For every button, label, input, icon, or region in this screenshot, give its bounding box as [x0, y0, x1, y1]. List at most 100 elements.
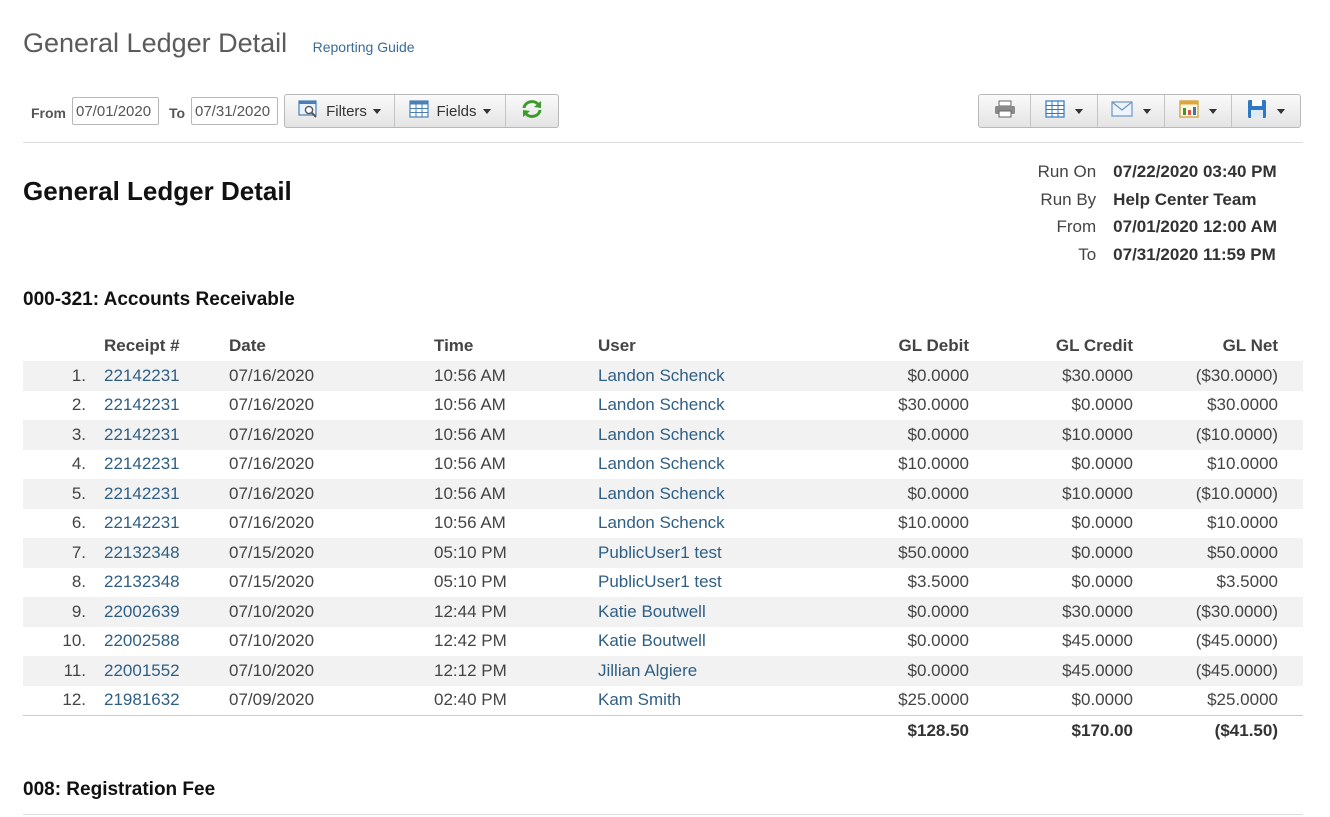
table-row: 2. 22142231 07/16/2020 10:56 AM Landon Schen…: [23, 391, 1303, 421]
title-row: General Ledger Detail Reporting Guide: [23, 28, 415, 59]
table-row: 1. 22142231 07/16/2020 10:56 AM Landon Schen…: [23, 361, 1303, 391]
row-date: 07/10/2020: [229, 597, 434, 627]
receipt-link[interactable]: 22002639: [104, 597, 229, 627]
row-gl-credit: $30.0000: [969, 597, 1133, 627]
table-icon: [1045, 100, 1065, 122]
totals-spacer: [104, 715, 229, 745]
row-gl-debit: $0.0000: [808, 656, 969, 686]
filters-label: Filters: [326, 102, 367, 120]
header-gl-credit: GL Credit: [1055, 335, 1133, 355]
row-time: 10:56 AM: [434, 395, 506, 415]
filter-icon: [298, 100, 320, 122]
totals-spacer: [23, 715, 104, 745]
chart-button[interactable]: [1165, 95, 1232, 127]
total-credit: $170.00: [969, 715, 1133, 745]
receipt-link[interactable]: 22132348: [104, 568, 229, 598]
row-gl-credit: $0.0000: [1071, 513, 1133, 533]
receipt-link[interactable]: 22002588: [104, 627, 229, 657]
user-link[interactable]: Jillian Algiere: [598, 656, 808, 686]
totals-spacer: [598, 715, 808, 745]
receipt-link[interactable]: 22132348: [104, 538, 229, 568]
row-gl-net: $3.5000: [1216, 572, 1278, 592]
meta-key: To: [1078, 244, 1097, 264]
row-time: 10:56 AM: [434, 420, 598, 450]
row-gl-debit: $0.0000: [808, 597, 969, 627]
row-gl-net: $10.0000: [1207, 513, 1278, 533]
to-date-input[interactable]: [191, 97, 278, 125]
row-gl-debit: $30.0000: [898, 395, 969, 415]
totals-spacer: [434, 715, 598, 745]
totals-row: $128.50 $170.00 ($41.50): [23, 715, 1303, 745]
row-index: 11.: [23, 656, 104, 686]
fields-button[interactable]: Fields: [395, 95, 506, 127]
save-icon: [1247, 99, 1267, 123]
chevron-down-icon: [1143, 108, 1151, 114]
filters-button[interactable]: Filters: [285, 95, 395, 127]
refresh-button[interactable]: [506, 95, 558, 127]
user-link[interactable]: Landon Schenck: [598, 450, 808, 480]
to-label: To: [169, 105, 186, 121]
row-gl-credit: $45.0000: [969, 656, 1133, 686]
row-gl-credit: $45.0000: [1062, 631, 1133, 651]
user-link[interactable]: Kam Smith: [598, 686, 808, 716]
row-time: 10:56 AM: [434, 454, 506, 474]
from-date-input[interactable]: [72, 97, 159, 125]
receipt-link[interactable]: 22142231: [104, 479, 229, 509]
row-gl-net: ($30.0000): [1133, 597, 1303, 627]
chevron-down-icon: [1209, 108, 1217, 114]
row-gl-debit: $10.0000: [898, 454, 969, 474]
row-date: 07/09/2020: [229, 690, 315, 710]
export-table-button[interactable]: [1031, 95, 1098, 127]
meta-key: Run On: [1037, 161, 1097, 181]
print-button[interactable]: [979, 95, 1031, 127]
refresh-icon: [521, 99, 543, 123]
meta-row-from: From 07/01/2020 12:00 AM: [1011, 213, 1278, 241]
chart-icon: [1179, 100, 1199, 122]
receipt-link[interactable]: 21981632: [104, 686, 229, 716]
user-link[interactable]: PublicUser1 test: [598, 538, 808, 568]
meta-value: 07/22/2020 03:40 PM: [1113, 161, 1277, 181]
header-time: Time: [434, 335, 474, 355]
section-divider: [23, 814, 1303, 815]
user-link[interactable]: Katie Boutwell: [598, 627, 808, 657]
table-row: 12. 21981632 07/09/2020 02:40 PM Kam Smith $2…: [23, 686, 1303, 716]
header-index: [23, 330, 104, 361]
row-index: 9.: [23, 597, 104, 627]
email-button[interactable]: [1098, 95, 1165, 127]
meta-row-run-by: Run By Help Center Team: [1011, 186, 1277, 214]
table-row: 7. 22132348 07/15/2020 05:10 PM PublicUser1 …: [23, 538, 1303, 568]
receipt-link[interactable]: 22142231: [104, 361, 229, 391]
user-link[interactable]: Landon Schenck: [598, 479, 808, 509]
row-gl-net: $10.0000: [1207, 454, 1278, 474]
row-time: 10:56 AM: [434, 361, 598, 391]
row-gl-credit: $30.0000: [969, 361, 1133, 391]
user-link[interactable]: Katie Boutwell: [598, 597, 808, 627]
reporting-guide-link[interactable]: Reporting Guide: [313, 39, 415, 55]
row-gl-net: ($30.0000): [1133, 361, 1303, 391]
receipt-link[interactable]: 22142231: [104, 509, 229, 539]
row-gl-credit: $10.0000: [969, 479, 1133, 509]
row-index: 7.: [23, 538, 104, 568]
header-receipt: Receipt #: [104, 335, 180, 355]
receipt-link[interactable]: 22142231: [104, 450, 229, 480]
row-time: 10:56 AM: [434, 513, 506, 533]
table-row: 4. 22142231 07/16/2020 10:56 AM Landon Schen…: [23, 450, 1303, 480]
save-button[interactable]: [1232, 95, 1300, 127]
row-date: 07/15/2020: [229, 572, 315, 592]
chevron-down-icon: [482, 108, 491, 114]
user-link[interactable]: PublicUser1 test: [598, 568, 808, 598]
receipt-link[interactable]: 22001552: [104, 656, 229, 686]
user-link[interactable]: Landon Schenck: [598, 509, 808, 539]
row-date: 07/16/2020: [229, 479, 434, 509]
meta-value: 07/01/2020 12:00 AM: [1113, 217, 1277, 237]
receipt-link[interactable]: 22142231: [104, 391, 229, 421]
row-gl-credit: $0.0000: [1071, 395, 1133, 415]
user-link[interactable]: Landon Schenck: [598, 391, 808, 421]
user-link[interactable]: Landon Schenck: [598, 420, 808, 450]
row-index: 8.: [71, 572, 86, 592]
row-date: 07/10/2020: [229, 656, 434, 686]
receipt-link[interactable]: 22142231: [104, 420, 229, 450]
header-gl-debit: GL Debit: [898, 335, 969, 355]
user-link[interactable]: Landon Schenck: [598, 361, 808, 391]
row-time: 05:10 PM: [434, 572, 507, 592]
